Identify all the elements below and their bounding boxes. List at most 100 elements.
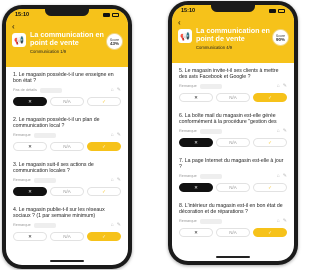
remark-field[interactable]: Remarque xyxy=(13,132,56,138)
question-meta: Remarque ⌂ ✎ xyxy=(13,176,121,184)
answer-no-button[interactable]: ✕ xyxy=(179,228,213,237)
answer-no-button[interactable]: ✕ xyxy=(179,93,213,102)
camera-icon[interactable]: ⌂ xyxy=(277,83,280,89)
question-meta: Remarque ⌂ ✎ xyxy=(179,217,287,225)
answer-yes-button[interactable]: ✓ xyxy=(87,232,121,241)
answer-no-button[interactable]: ✕ xyxy=(13,232,47,241)
signal-icon xyxy=(269,9,276,13)
answer-yes-button[interactable]: ✓ xyxy=(253,183,287,192)
remark-field[interactable]: Remarque xyxy=(179,128,222,134)
answer-yes-button[interactable]: ✓ xyxy=(87,97,121,106)
camera-icon[interactable]: ⌂ xyxy=(277,128,280,134)
question-actions: ⌂ ✎ xyxy=(111,87,121,93)
remark-field[interactable]: Remarque xyxy=(179,218,222,224)
answer-group: ✕ N/A ✓ xyxy=(179,228,287,237)
page-subtitle: Communication 1/9 xyxy=(30,49,67,54)
comment-icon[interactable]: ✎ xyxy=(117,177,121,183)
answer-group: ✕ N/A ✓ xyxy=(179,93,287,102)
cross-icon: ✕ xyxy=(28,143,32,149)
remark-input[interactable] xyxy=(199,173,222,179)
camera-icon[interactable]: ⌂ xyxy=(111,132,114,138)
screen-left: 15:10 ‹ 📢 La communication en point de v… xyxy=(6,9,128,265)
answer-na-button[interactable]: N/A xyxy=(50,187,84,196)
answer-no-button[interactable]: ✕ xyxy=(13,142,47,151)
battery-icon xyxy=(278,9,285,13)
question-item: 5. Le magasin invite-t-il ses clients à … xyxy=(179,63,287,108)
check-icon: ✓ xyxy=(268,184,272,190)
answer-no-button[interactable]: ✕ xyxy=(13,187,47,196)
answer-na-button[interactable]: N/A xyxy=(216,228,250,237)
answer-na-button[interactable]: N/A xyxy=(50,97,84,106)
question-actions: ⌂ ✎ xyxy=(277,83,287,89)
answer-na-button[interactable]: N/A xyxy=(216,93,250,102)
answer-no-button[interactable]: ✕ xyxy=(13,97,47,106)
answer-na-button[interactable]: N/A xyxy=(216,183,250,192)
comment-icon[interactable]: ✎ xyxy=(117,132,121,138)
header: 15:10 ‹ 📢 La communication en point de v… xyxy=(6,9,128,67)
remark-input[interactable] xyxy=(33,222,56,228)
remark-input[interactable] xyxy=(33,132,56,138)
question-actions: ⌂ ✎ xyxy=(111,222,121,228)
cross-icon: ✕ xyxy=(194,94,198,100)
remark-label: Remarque xyxy=(13,223,31,227)
cross-icon: ✕ xyxy=(28,98,32,104)
camera-icon[interactable]: ⌂ xyxy=(111,222,114,228)
signal-icon xyxy=(103,13,110,17)
comment-icon[interactable]: ✎ xyxy=(283,173,287,179)
answer-no-button[interactable]: ✕ xyxy=(179,183,213,192)
phone-right: 15:10 ‹ 📢 La communication en point de v… xyxy=(168,1,298,265)
comment-icon[interactable]: ✎ xyxy=(283,83,287,89)
remark-label: Remarque xyxy=(179,129,197,133)
battery-icon xyxy=(112,13,119,17)
remark-field[interactable]: Remarque xyxy=(13,177,56,183)
comment-icon[interactable]: ✎ xyxy=(117,222,121,228)
page-subtitle: Communication 4/9 xyxy=(196,45,233,50)
remark-input[interactable] xyxy=(199,128,222,134)
check-icon: ✓ xyxy=(102,98,106,104)
remark-input[interactable] xyxy=(199,83,222,89)
camera-icon[interactable]: ⌂ xyxy=(111,177,114,183)
comment-icon[interactable]: ✎ xyxy=(283,218,287,224)
answer-yes-button[interactable]: ✓ xyxy=(253,93,287,102)
status-icons xyxy=(269,9,285,13)
answer-yes-button[interactable]: ✓ xyxy=(253,138,287,147)
answer-yes-button[interactable]: ✓ xyxy=(87,142,121,151)
remark-input[interactable] xyxy=(199,218,222,224)
camera-icon[interactable]: ⌂ xyxy=(111,87,114,93)
question-meta: Remarque ⌂ ✎ xyxy=(179,82,287,90)
answer-na-button[interactable]: N/A xyxy=(50,142,84,151)
answer-na-button[interactable]: N/A xyxy=(50,232,84,241)
comment-icon[interactable]: ✎ xyxy=(117,87,121,93)
comment-icon[interactable]: ✎ xyxy=(283,128,287,134)
remark-input[interactable] xyxy=(33,177,56,183)
remark-field[interactable]: Remarque xyxy=(13,222,56,228)
answer-group: ✕ N/A ✓ xyxy=(13,142,121,151)
remark-label: Remarque xyxy=(179,219,197,223)
answer-na-button[interactable]: N/A xyxy=(216,138,250,147)
check-icon: ✓ xyxy=(268,229,272,235)
remark-label: Remarque xyxy=(13,133,31,137)
answer-group: ✕ N/A ✓ xyxy=(13,232,121,241)
screen-right: 15:10 ‹ 📢 La communication en point de v… xyxy=(172,5,294,261)
home-indicator xyxy=(216,256,250,258)
question-meta: Remarque ⌂ ✎ xyxy=(13,221,121,229)
answer-yes-button[interactable]: ✓ xyxy=(87,187,121,196)
remark-field[interactable]: Remarque xyxy=(179,173,222,179)
remark-input[interactable] xyxy=(39,87,62,93)
question-actions: ⌂ ✎ xyxy=(277,173,287,179)
camera-icon[interactable]: ⌂ xyxy=(277,218,280,224)
remark-field[interactable]: Pas de détails xyxy=(13,87,62,93)
camera-icon[interactable]: ⌂ xyxy=(277,173,280,179)
clock: 15:10 xyxy=(15,12,30,18)
remark-field[interactable]: Remarque xyxy=(179,83,222,89)
back-arrow-icon[interactable]: ‹ xyxy=(178,18,181,27)
answer-no-button[interactable]: ✕ xyxy=(179,138,213,147)
question-text: 6. La boîte mail du magasin est-elle gér… xyxy=(179,113,277,125)
answer-yes-button[interactable]: ✓ xyxy=(253,228,287,237)
cross-icon: ✕ xyxy=(28,188,32,194)
back-arrow-icon[interactable]: ‹ xyxy=(12,22,15,31)
score-value: 90% xyxy=(275,36,285,42)
question-actions: ⌂ ✎ xyxy=(277,128,287,134)
page-title: La communication en point de vente xyxy=(196,26,270,43)
question-text: 4. Le magasin publie-t-il sur les réseau… xyxy=(13,207,105,219)
